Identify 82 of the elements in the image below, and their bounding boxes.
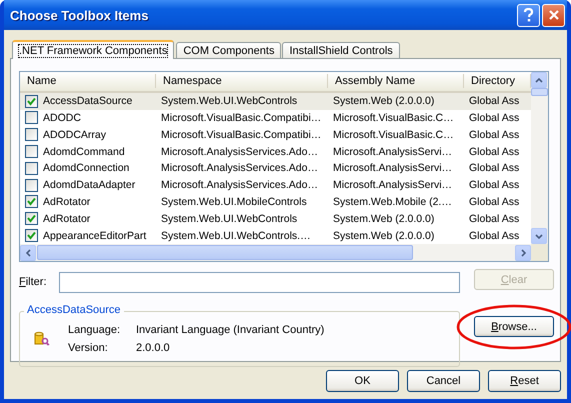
table-cell-text: Global Ass: [468, 146, 520, 158]
table-cell-text: Global Ass: [468, 95, 520, 108]
checkbox[interactable]: [25, 195, 38, 208]
column-header[interactable]: Assembly Name: [328, 74, 464, 88]
browse-button[interactable]: Browse...: [474, 316, 554, 337]
scrollbar-corner: [531, 244, 548, 261]
help-icon[interactable]: [517, 4, 540, 26]
column-header[interactable]: Namespace: [156, 74, 328, 88]
checkbox[interactable]: [25, 162, 38, 175]
table-cell: AdomdCommand: [43, 146, 125, 158]
field-label: Version:: [68, 342, 109, 354]
list-row[interactable]: ADODC Microsoft.VisualBasic.Compatibi… Microsoft.VisualBasic.C… Global Ass: [20, 110, 531, 126]
table-cell: AdRotator: [43, 196, 90, 208]
table-cell-text: System.Web (2.0.0.0): [332, 95, 436, 108]
column-header[interactable]: Name: [20, 74, 156, 88]
field-value: 2.0.0.0: [136, 342, 171, 354]
table-cell-text: Global Ass: [468, 212, 520, 225]
field-value: Invariant Language (Invariant Country): [136, 324, 324, 336]
table-cell-text: Global Ass: [468, 162, 520, 174]
list-row[interactable]: AdomdConnection Microsoft.AnalysisServices.Ado… Microsoft.AnalysisServi… Global Ass: [20, 160, 531, 177]
list-row[interactable]: AppearanceEditorPart System.Web.UI.WebControls.… System.Web (2.0.0.0) Global Ass: [20, 227, 531, 244]
dialog-button[interactable]: Cancel: [407, 370, 480, 392]
table-cell-text: Global Ass: [468, 230, 520, 242]
list-row[interactable]: AdomdDataAdapter Microsoft.AnalysisServices.Ado… Microsoft.AnalysisServi… Global Ass: [20, 176, 531, 194]
group-title: AccessDataSource: [24, 304, 124, 316]
table-cell: AppearanceEditorPart: [43, 230, 146, 242]
field-label: Language:: [68, 324, 121, 336]
checkbox[interactable]: [25, 229, 38, 242]
table-cell-text: Microsoft.AnalysisServi…: [332, 179, 454, 192]
list-row[interactable]: AccessDataSource System.Web.UI.WebControls System.Web (2.0.0.0) Global Ass: [20, 92, 531, 110]
table-cell-text: Microsoft.VisualBasic.Compatibi…: [160, 128, 322, 141]
close-icon[interactable]: [542, 4, 565, 26]
table-cell-text: Microsoft.VisualBasic.C…: [332, 112, 455, 124]
table-cell-text: System.Web.UI.WebControls: [160, 212, 298, 225]
table-cell-text: System.Web (2.0.0.0): [332, 230, 436, 242]
scroll-down-icon[interactable]: [531, 228, 547, 244]
list-row[interactable]: AdomdCommand Microsoft.AnalysisServices.Ado… Microsoft.AnalysisServi… Global Ass: [20, 143, 531, 160]
table-cell-text: System.Web.UI.WebControls.…: [160, 230, 312, 242]
table-cell-text: Global Ass: [468, 128, 520, 141]
assembly-icon: [34, 331, 50, 347]
scroll-right-icon[interactable]: [515, 244, 531, 260]
dialog-button[interactable]: OK: [326, 370, 399, 392]
table-cell: ADODC: [43, 112, 81, 124]
table-cell-text: Global Ass: [468, 196, 520, 208]
table-cell: AdomdDataAdapter: [43, 179, 136, 192]
checkbox[interactable]: [25, 212, 38, 226]
checkbox[interactable]: [25, 94, 38, 108]
checkbox[interactable]: [25, 178, 38, 192]
tab[interactable]: COM Components: [176, 42, 282, 58]
checkbox[interactable]: [25, 128, 38, 142]
list-row[interactable]: ADODCArray Microsoft.VisualBasic.Compatibi… Microsoft.VisualBasic.C… Global Ass: [20, 126, 531, 144]
dialog-button[interactable]: Reset: [488, 370, 561, 392]
table-cell: AdRotator: [43, 212, 90, 225]
table-cell: ADODCArray: [43, 128, 106, 141]
table-cell-text: Microsoft.AnalysisServices.Ado…: [160, 146, 319, 158]
table-cell: AdomdConnection: [43, 162, 130, 174]
scroll-up-icon[interactable]: [531, 72, 547, 88]
tab[interactable]: .NET Framework Components: [12, 40, 174, 59]
table-cell-text: System.Web (2.0.0.0): [332, 212, 436, 225]
table-cell-text: Microsoft.AnalysisServices.Ado…: [160, 179, 319, 192]
tab[interactable]: InstallShield Controls: [282, 42, 400, 58]
window-title: Choose Toolbox Items: [10, 8, 150, 22]
checkbox[interactable]: [25, 145, 38, 158]
table-cell-text: System.Web.UI.MobileControls: [160, 196, 308, 208]
table-cell-text: Microsoft.AnalysisServices.Ado…: [160, 162, 319, 174]
checkbox[interactable]: [25, 111, 38, 124]
table-cell-text: System.Web.UI.WebControls: [160, 95, 298, 108]
table-cell-text: Microsoft.AnalysisServi…: [332, 162, 454, 174]
table-cell-text: System.Web.Mobile (2.…: [332, 196, 453, 208]
filter-label: Filter:: [19, 276, 47, 288]
table-cell-text: Global Ass: [468, 179, 520, 192]
list-row[interactable]: AdRotator System.Web.UI.MobileControls System.Web.Mobile (2.… Global Ass: [20, 194, 531, 210]
table-cell-text: Microsoft.VisualBasic.C…: [332, 128, 455, 141]
table-cell-text: Microsoft.VisualBasic.Compatibi…: [160, 112, 322, 124]
table-cell-text: Microsoft.AnalysisServi…: [332, 146, 454, 158]
scrollbar-thumb[interactable]: [531, 88, 548, 96]
scroll-left-icon[interactable]: [20, 244, 36, 260]
filter-field[interactable]: [59, 272, 460, 292]
scrollbar-thumb[interactable]: [37, 245, 413, 260]
table-cell: AccessDataSource: [43, 95, 132, 108]
table-cell-text: Global Ass: [468, 112, 520, 124]
list-row[interactable]: AdRotator System.Web.UI.WebControls System.Web (2.0.0.0) Global Ass: [20, 210, 531, 228]
